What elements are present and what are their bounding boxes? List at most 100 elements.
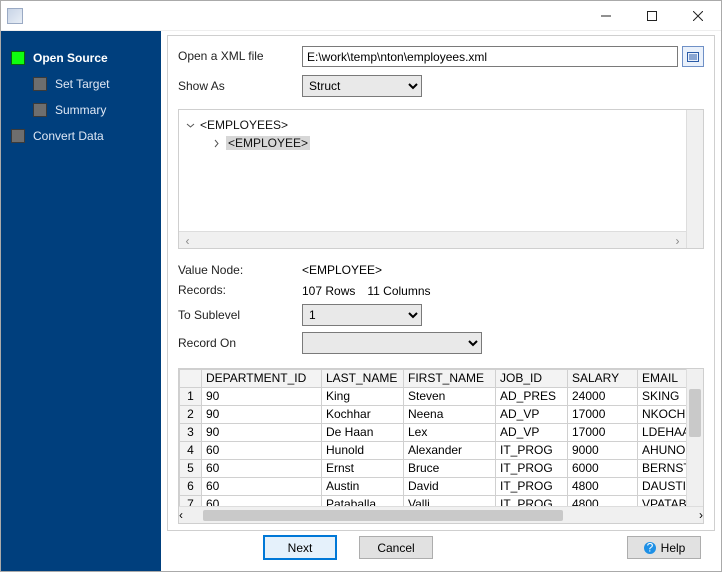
minimize-button[interactable]: [583, 1, 629, 31]
scroll-right-icon[interactable]: ›: [669, 232, 686, 249]
table-row[interactable]: 460HunoldAlexanderIT_PROG9000AHUNOL: [180, 441, 704, 459]
cell-department-id[interactable]: 60: [202, 477, 322, 495]
tree-node-root[interactable]: <EMPLOYEES>: [185, 116, 699, 134]
cell-last-name[interactable]: Kochhar: [322, 405, 404, 423]
row-show-as: Show As Struct: [178, 75, 704, 97]
table-row[interactable]: 190KingStevenAD_PRES24000SKING: [180, 387, 704, 405]
step-indicator-icon: [11, 129, 25, 143]
xml-tree[interactable]: <EMPLOYEES> <EMPLOYEE> ‹ ›: [178, 109, 704, 249]
cell-salary[interactable]: 24000: [568, 387, 638, 405]
scroll-left-icon[interactable]: ‹: [179, 232, 196, 249]
cell-department-id[interactable]: 90: [202, 423, 322, 441]
cell-last-name[interactable]: De Haan: [322, 423, 404, 441]
col-job-id[interactable]: JOB_ID: [496, 369, 568, 387]
sidebar-item-set-target[interactable]: Set Target: [1, 71, 161, 97]
cell-first-name[interactable]: Lex: [404, 423, 496, 441]
cell-salary[interactable]: 9000: [568, 441, 638, 459]
cancel-button[interactable]: Cancel: [359, 536, 433, 559]
col-department-id[interactable]: DEPARTMENT_ID: [202, 369, 322, 387]
cell-first-name[interactable]: Alexander: [404, 441, 496, 459]
record-on-select[interactable]: [302, 332, 482, 354]
cell-last-name[interactable]: King: [322, 387, 404, 405]
cell-department-id[interactable]: 90: [202, 387, 322, 405]
show-as-select[interactable]: Struct: [302, 75, 422, 97]
tree-scrollbar-vertical[interactable]: [686, 110, 703, 248]
show-as-label: Show As: [178, 79, 302, 93]
rownum-cell: 2: [180, 405, 202, 423]
scroll-thumb-vertical[interactable]: [689, 389, 701, 437]
svg-text:?: ?: [646, 541, 653, 555]
rownum-cell: 1: [180, 387, 202, 405]
browse-icon: [686, 50, 700, 64]
cell-last-name[interactable]: Ernst: [322, 459, 404, 477]
cell-job-id[interactable]: AD_VP: [496, 405, 568, 423]
row-records: Records: 107 Rows 11 Columns: [178, 283, 704, 297]
cell-job-id[interactable]: AD_VP: [496, 423, 568, 441]
cell-department-id[interactable]: 60: [202, 459, 322, 477]
table-row[interactable]: 290KochharNeenaAD_VP17000NKOCHH: [180, 405, 704, 423]
cell-salary[interactable]: 6000: [568, 459, 638, 477]
browse-button[interactable]: [682, 46, 704, 67]
sidebar-item-convert-data[interactable]: Convert Data: [1, 123, 161, 149]
cell-first-name[interactable]: Steven: [404, 387, 496, 405]
collapse-icon[interactable]: [185, 120, 196, 131]
col-salary[interactable]: SALARY: [568, 369, 638, 387]
open-file-label: Open a XML file: [178, 49, 302, 63]
tree-node-label: <EMPLOYEE>: [226, 136, 310, 150]
tree-scrollbar-horizontal[interactable]: ‹ ›: [179, 231, 686, 248]
tree-node-child[interactable]: <EMPLOYEE>: [185, 134, 699, 152]
cell-last-name[interactable]: Hunold: [322, 441, 404, 459]
maximize-button[interactable]: [629, 1, 675, 31]
cell-job-id[interactable]: IT_PROG: [496, 441, 568, 459]
step-indicator-icon: [33, 77, 47, 91]
help-button-label: Help: [661, 541, 686, 555]
rownum-cell: 6: [180, 477, 202, 495]
value-node-label: Value Node:: [178, 263, 302, 277]
cell-first-name[interactable]: Neena: [404, 405, 496, 423]
col-first-name[interactable]: FIRST_NAME: [404, 369, 496, 387]
rownum-cell: 4: [180, 441, 202, 459]
sidebar: Open Source Set Target Summary Convert D…: [1, 31, 161, 571]
sidebar-item-label: Summary: [55, 103, 106, 117]
grid-scrollbar-horizontal[interactable]: ‹ ›: [179, 506, 703, 523]
to-sublevel-label: To Sublevel: [178, 308, 302, 322]
cell-first-name[interactable]: David: [404, 477, 496, 495]
cell-department-id[interactable]: 60: [202, 441, 322, 459]
cell-salary[interactable]: 4800: [568, 477, 638, 495]
to-sublevel-select[interactable]: 1: [302, 304, 422, 326]
sidebar-item-open-source[interactable]: Open Source: [1, 45, 161, 71]
row-open-file: Open a XML file: [178, 46, 704, 67]
file-path-input[interactable]: [302, 46, 678, 67]
expand-icon[interactable]: [211, 138, 222, 149]
cell-first-name[interactable]: Bruce: [404, 459, 496, 477]
help-button[interactable]: ? Help: [627, 536, 701, 559]
grid-viewport[interactable]: DEPARTMENT_ID LAST_NAME FIRST_NAME JOB_I…: [179, 369, 703, 523]
main-pane: Open a XML file Show As Struct <EMPLOYEE…: [161, 31, 721, 571]
close-button[interactable]: [675, 1, 721, 31]
sidebar-item-summary[interactable]: Summary: [1, 97, 161, 123]
content: Open Source Set Target Summary Convert D…: [1, 31, 721, 571]
col-last-name[interactable]: LAST_NAME: [322, 369, 404, 387]
grid-scrollbar-vertical[interactable]: [686, 369, 703, 506]
rownum-header[interactable]: [180, 369, 202, 387]
cell-salary[interactable]: 17000: [568, 423, 638, 441]
cell-job-id[interactable]: IT_PROG: [496, 459, 568, 477]
scroll-right-icon[interactable]: ›: [699, 508, 703, 522]
scroll-left-icon[interactable]: ‹: [179, 508, 183, 522]
cell-job-id[interactable]: AD_PRES: [496, 387, 568, 405]
rownum-cell: 3: [180, 423, 202, 441]
data-grid: DEPARTMENT_ID LAST_NAME FIRST_NAME JOB_I…: [178, 368, 704, 524]
sidebar-item-label: Convert Data: [33, 129, 104, 143]
next-button[interactable]: Next: [263, 535, 337, 560]
cell-department-id[interactable]: 90: [202, 405, 322, 423]
table-row[interactable]: 560ErnstBruceIT_PROG6000BERNST: [180, 459, 704, 477]
cell-job-id[interactable]: IT_PROG: [496, 477, 568, 495]
help-icon: ?: [643, 541, 657, 555]
table-row[interactable]: 390De HaanLexAD_VP17000LDEHAAN: [180, 423, 704, 441]
scroll-thumb-horizontal[interactable]: [203, 510, 563, 521]
table-row[interactable]: 660AustinDavidIT_PROG4800DAUSTIN: [180, 477, 704, 495]
cell-last-name[interactable]: Austin: [322, 477, 404, 495]
cell-salary[interactable]: 17000: [568, 405, 638, 423]
titlebar: [1, 1, 721, 31]
step-indicator-icon: [11, 51, 25, 65]
